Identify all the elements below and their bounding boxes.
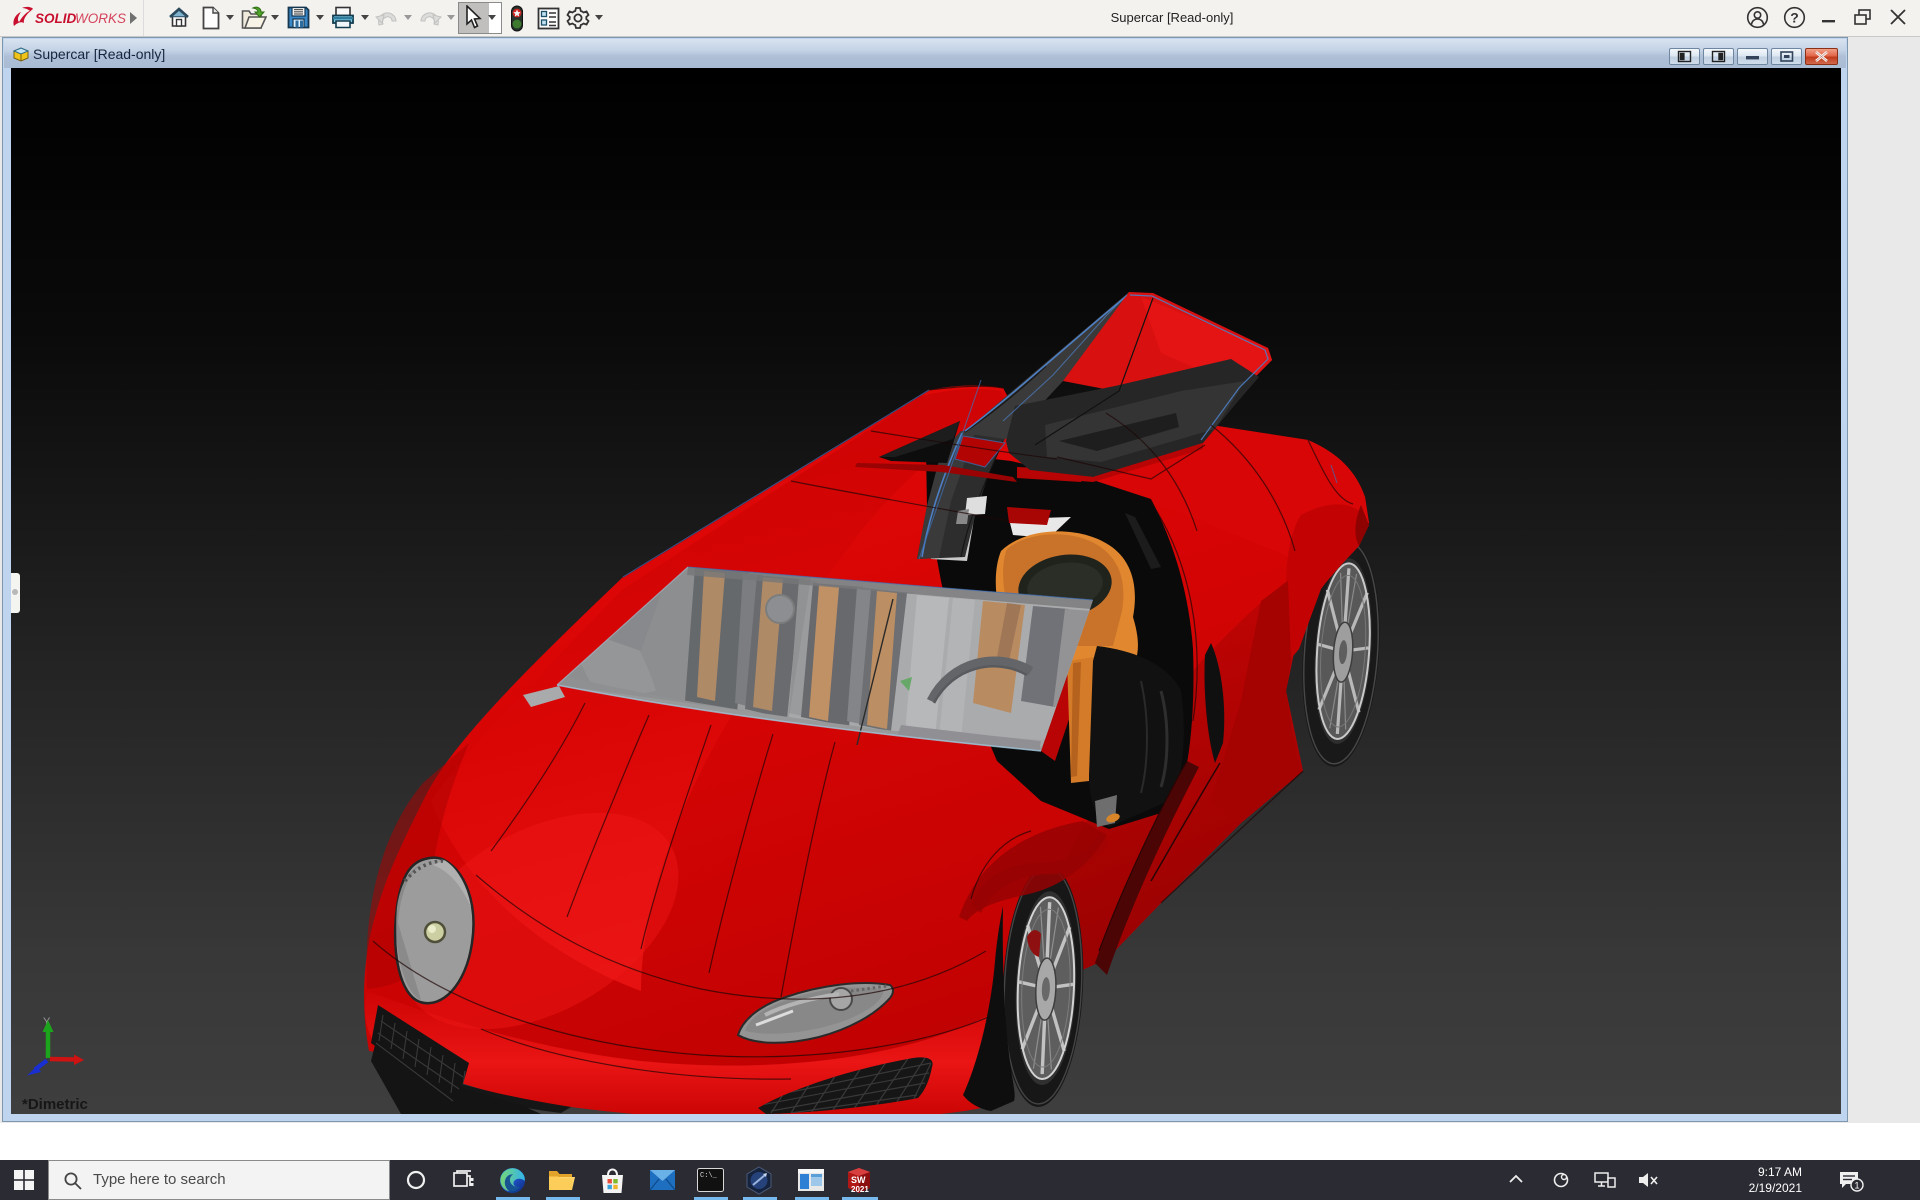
svg-text:C:\_: C:\_ [700, 1172, 718, 1180]
svg-text:SOLID: SOLID [35, 11, 77, 26]
svg-text:SW: SW [851, 1175, 866, 1185]
svg-text:2021: 2021 [851, 1185, 869, 1194]
svg-text:WORKS: WORKS [75, 11, 126, 26]
svg-text:1: 1 [1854, 1181, 1859, 1191]
svg-text:?: ? [1790, 10, 1799, 26]
